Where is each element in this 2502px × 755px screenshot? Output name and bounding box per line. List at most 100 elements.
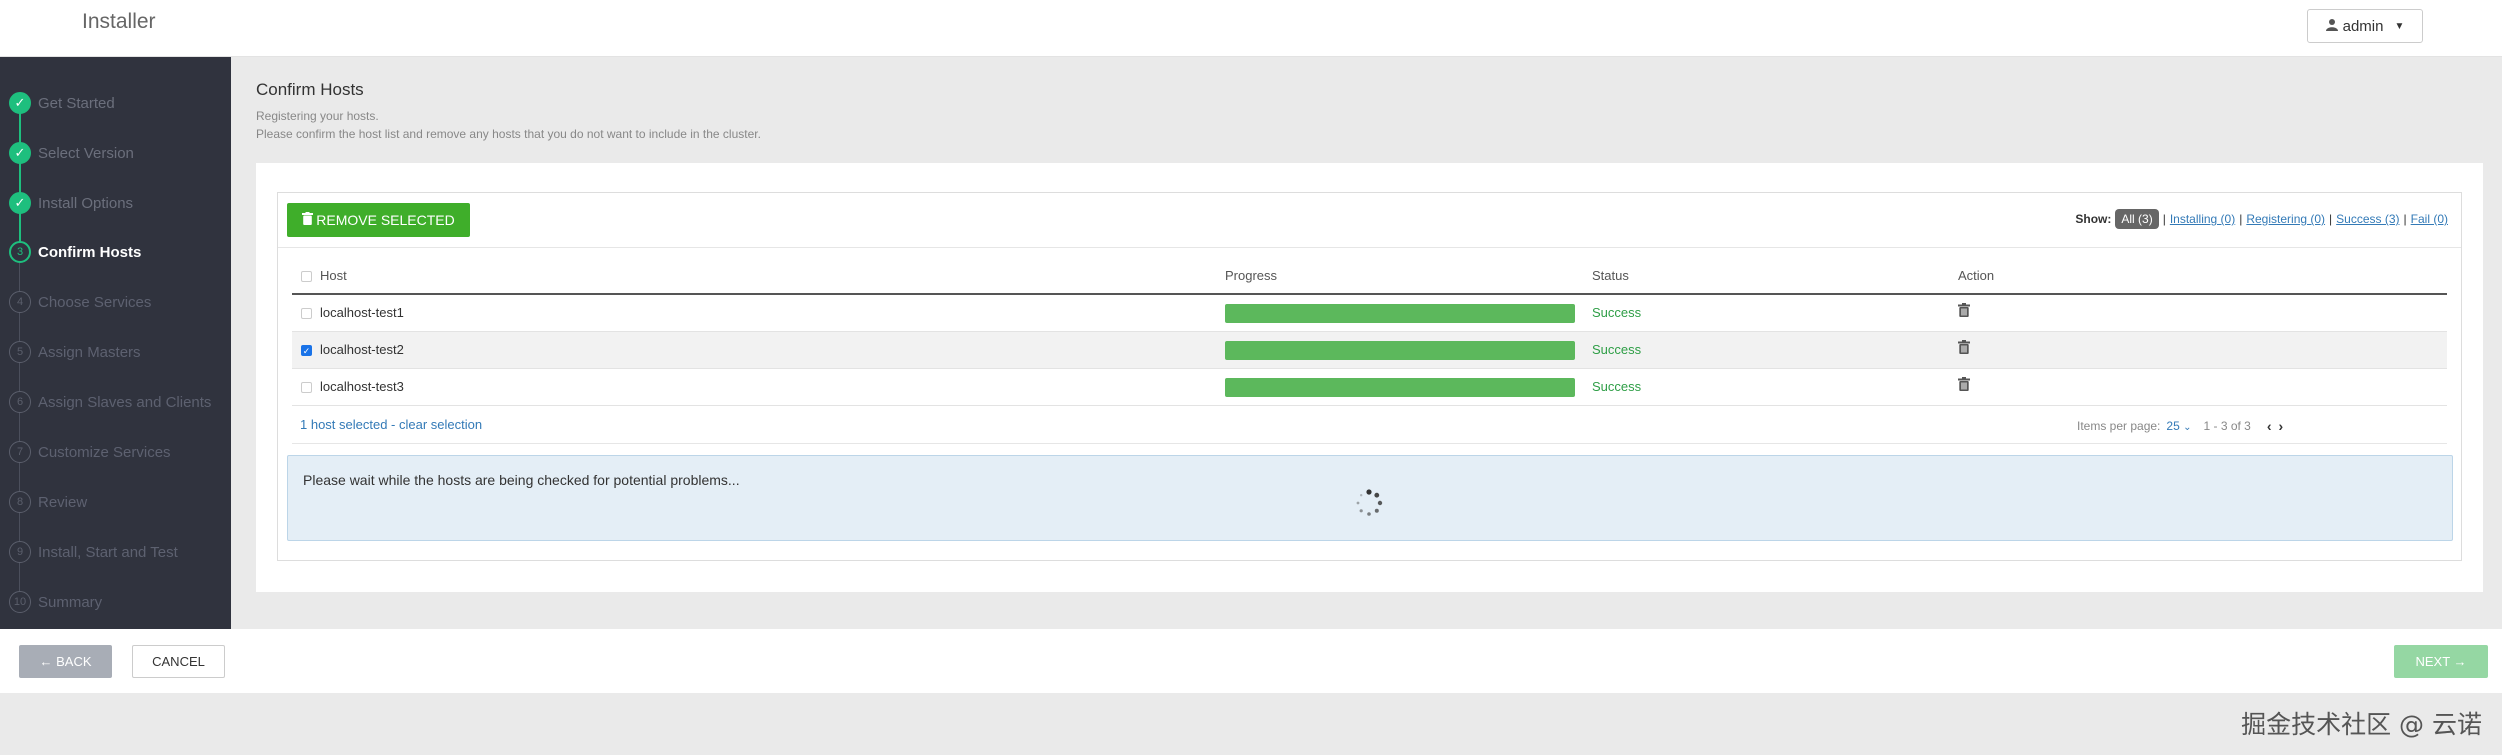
trash-icon[interactable] bbox=[1958, 377, 1976, 395]
step-select-version[interactable]: ✓ Select Version bbox=[0, 138, 231, 168]
filter-separator: | bbox=[2329, 212, 2333, 226]
alert-message: Please wait while the hosts are being ch… bbox=[303, 472, 740, 488]
filter-separator: | bbox=[2239, 212, 2243, 226]
table-row: ✓ localhost-test2 Success bbox=[292, 332, 2447, 369]
page-title: Confirm Hosts bbox=[256, 80, 364, 99]
divider bbox=[278, 247, 2461, 248]
column-header-host[interactable]: Host bbox=[320, 268, 347, 283]
back-button[interactable]: ← BACK bbox=[19, 645, 112, 678]
row-checkbox[interactable] bbox=[301, 308, 312, 319]
step-number: 3 bbox=[9, 241, 31, 263]
clear-selection-link[interactable]: 1 host selected - clear selection bbox=[300, 417, 482, 432]
host-status[interactable]: Success bbox=[1592, 305, 1641, 320]
user-icon bbox=[2325, 18, 2338, 35]
app-title: Installer bbox=[82, 10, 156, 33]
status-filter: Show: All (3) | Installing (0) | Registe… bbox=[2075, 209, 2448, 229]
page-range: 1 - 3 of 3 bbox=[2203, 419, 2251, 433]
step-assign-slaves: 6 Assign Slaves and Clients bbox=[0, 387, 231, 417]
divider bbox=[292, 443, 2447, 444]
page-subtitle: Registering your hosts. bbox=[256, 109, 379, 123]
step-assign-masters: 5 Assign Masters bbox=[0, 337, 231, 367]
host-status[interactable]: Success bbox=[1592, 342, 1641, 357]
host-name: localhost-test1 bbox=[320, 305, 404, 320]
filter-label: Show: bbox=[2075, 212, 2112, 226]
step-customize-services: 7 Customize Services bbox=[0, 437, 231, 467]
step-get-started[interactable]: ✓ Get Started bbox=[0, 88, 231, 118]
remove-selected-label: REMOVE SELECTED bbox=[316, 212, 455, 228]
top-bar: Installer admin ▼ bbox=[0, 0, 2502, 57]
host-name: localhost-test2 bbox=[320, 342, 404, 357]
filter-success[interactable]: Success (3) bbox=[2336, 212, 2399, 226]
step-number: 7 bbox=[9, 441, 31, 463]
page-description: Please confirm the host list and remove … bbox=[256, 127, 761, 141]
filter-all[interactable]: All (3) bbox=[2115, 209, 2159, 229]
prev-page-icon[interactable]: ‹ bbox=[2267, 418, 2273, 434]
table-row: localhost-test1 Success bbox=[292, 295, 2447, 332]
loading-spinner-icon bbox=[1356, 489, 1383, 516]
user-menu-button[interactable]: admin ▼ bbox=[2307, 9, 2423, 43]
progress-bar bbox=[1225, 304, 1575, 323]
next-button[interactable]: NEXT → bbox=[2394, 645, 2488, 678]
pagination: Items per page: 25 ⌄ 1 - 3 of 3 ‹ › bbox=[2077, 418, 2284, 434]
select-all-checkbox[interactable] bbox=[301, 271, 312, 282]
filter-installing[interactable]: Installing (0) bbox=[2170, 212, 2235, 226]
trash-icon[interactable] bbox=[1958, 303, 1976, 321]
step-number: 9 bbox=[9, 541, 31, 563]
filter-separator: | bbox=[2403, 212, 2407, 226]
step-label: Install Options bbox=[38, 194, 134, 212]
host-status[interactable]: Success bbox=[1592, 379, 1641, 394]
step-label: Customize Services bbox=[38, 443, 171, 461]
step-number: 8 bbox=[9, 491, 31, 513]
remove-selected-button[interactable]: REMOVE SELECTED bbox=[287, 203, 470, 237]
check-icon: ✓ bbox=[9, 192, 31, 214]
wizard-sidebar: ✓ Get Started ✓ Select Version ✓ Install… bbox=[0, 57, 231, 629]
items-per-page-value: 25 bbox=[2166, 419, 2180, 433]
step-review: 8 Review bbox=[0, 487, 231, 517]
cancel-button[interactable]: CANCEL bbox=[132, 645, 225, 678]
progress-bar bbox=[1225, 341, 1575, 360]
step-confirm-hosts[interactable]: 3 Confirm Hosts bbox=[0, 237, 231, 267]
step-label: Install, Start and Test bbox=[38, 543, 178, 561]
host-name: localhost-test3 bbox=[320, 379, 404, 394]
step-number: 10 bbox=[9, 591, 31, 613]
check-icon: ✓ bbox=[9, 92, 31, 114]
column-header-status[interactable]: Status bbox=[1592, 268, 1629, 283]
step-choose-services: 4 Choose Services bbox=[0, 287, 231, 317]
step-number: 5 bbox=[9, 341, 31, 363]
step-number: 6 bbox=[9, 391, 31, 413]
step-install-start-test: 9 Install, Start and Test bbox=[0, 537, 231, 567]
wizard-footer bbox=[0, 629, 2502, 693]
trash-icon[interactable] bbox=[1958, 340, 1976, 358]
next-page-icon[interactable]: › bbox=[2279, 418, 2285, 434]
step-summary: 10 Summary bbox=[0, 587, 231, 617]
trash-icon bbox=[302, 212, 314, 228]
step-number: 4 bbox=[9, 291, 31, 313]
items-per-page-select[interactable]: 25 ⌄ bbox=[2166, 419, 2191, 433]
row-checkbox[interactable] bbox=[301, 382, 312, 393]
row-checkbox[interactable]: ✓ bbox=[301, 345, 312, 356]
filter-fail[interactable]: Fail (0) bbox=[2411, 212, 2448, 226]
step-label: Get Started bbox=[38, 94, 115, 112]
step-label: Summary bbox=[38, 593, 103, 611]
step-label: Confirm Hosts bbox=[38, 243, 142, 261]
chevron-down-icon: ⌄ bbox=[2183, 422, 2192, 433]
chevron-down-icon: ▼ bbox=[2394, 20, 2405, 32]
progress-bar bbox=[1225, 378, 1575, 397]
step-label: Assign Masters bbox=[38, 343, 141, 361]
step-install-options[interactable]: ✓ Install Options bbox=[0, 188, 231, 218]
filter-registering[interactable]: Registering (0) bbox=[2246, 212, 2325, 226]
step-label: Review bbox=[38, 493, 88, 511]
progress-rail-done bbox=[19, 104, 21, 257]
check-icon: ✓ bbox=[9, 142, 31, 164]
step-label: Select Version bbox=[38, 144, 134, 162]
items-per-page-label: Items per page: bbox=[2077, 419, 2161, 433]
host-check-alert: Please wait while the hosts are being ch… bbox=[287, 455, 2453, 541]
step-label: Choose Services bbox=[38, 293, 152, 311]
table-row: localhost-test3 Success bbox=[292, 369, 2447, 406]
user-name: admin bbox=[2342, 17, 2384, 35]
step-label: Assign Slaves and Clients bbox=[38, 393, 212, 411]
watermark: 掘金技术社区 @ 云诺 bbox=[2241, 710, 2482, 739]
filter-separator: | bbox=[2162, 212, 2166, 226]
column-header-action: Action bbox=[1958, 268, 1995, 283]
column-header-progress: Progress bbox=[1225, 268, 1278, 283]
